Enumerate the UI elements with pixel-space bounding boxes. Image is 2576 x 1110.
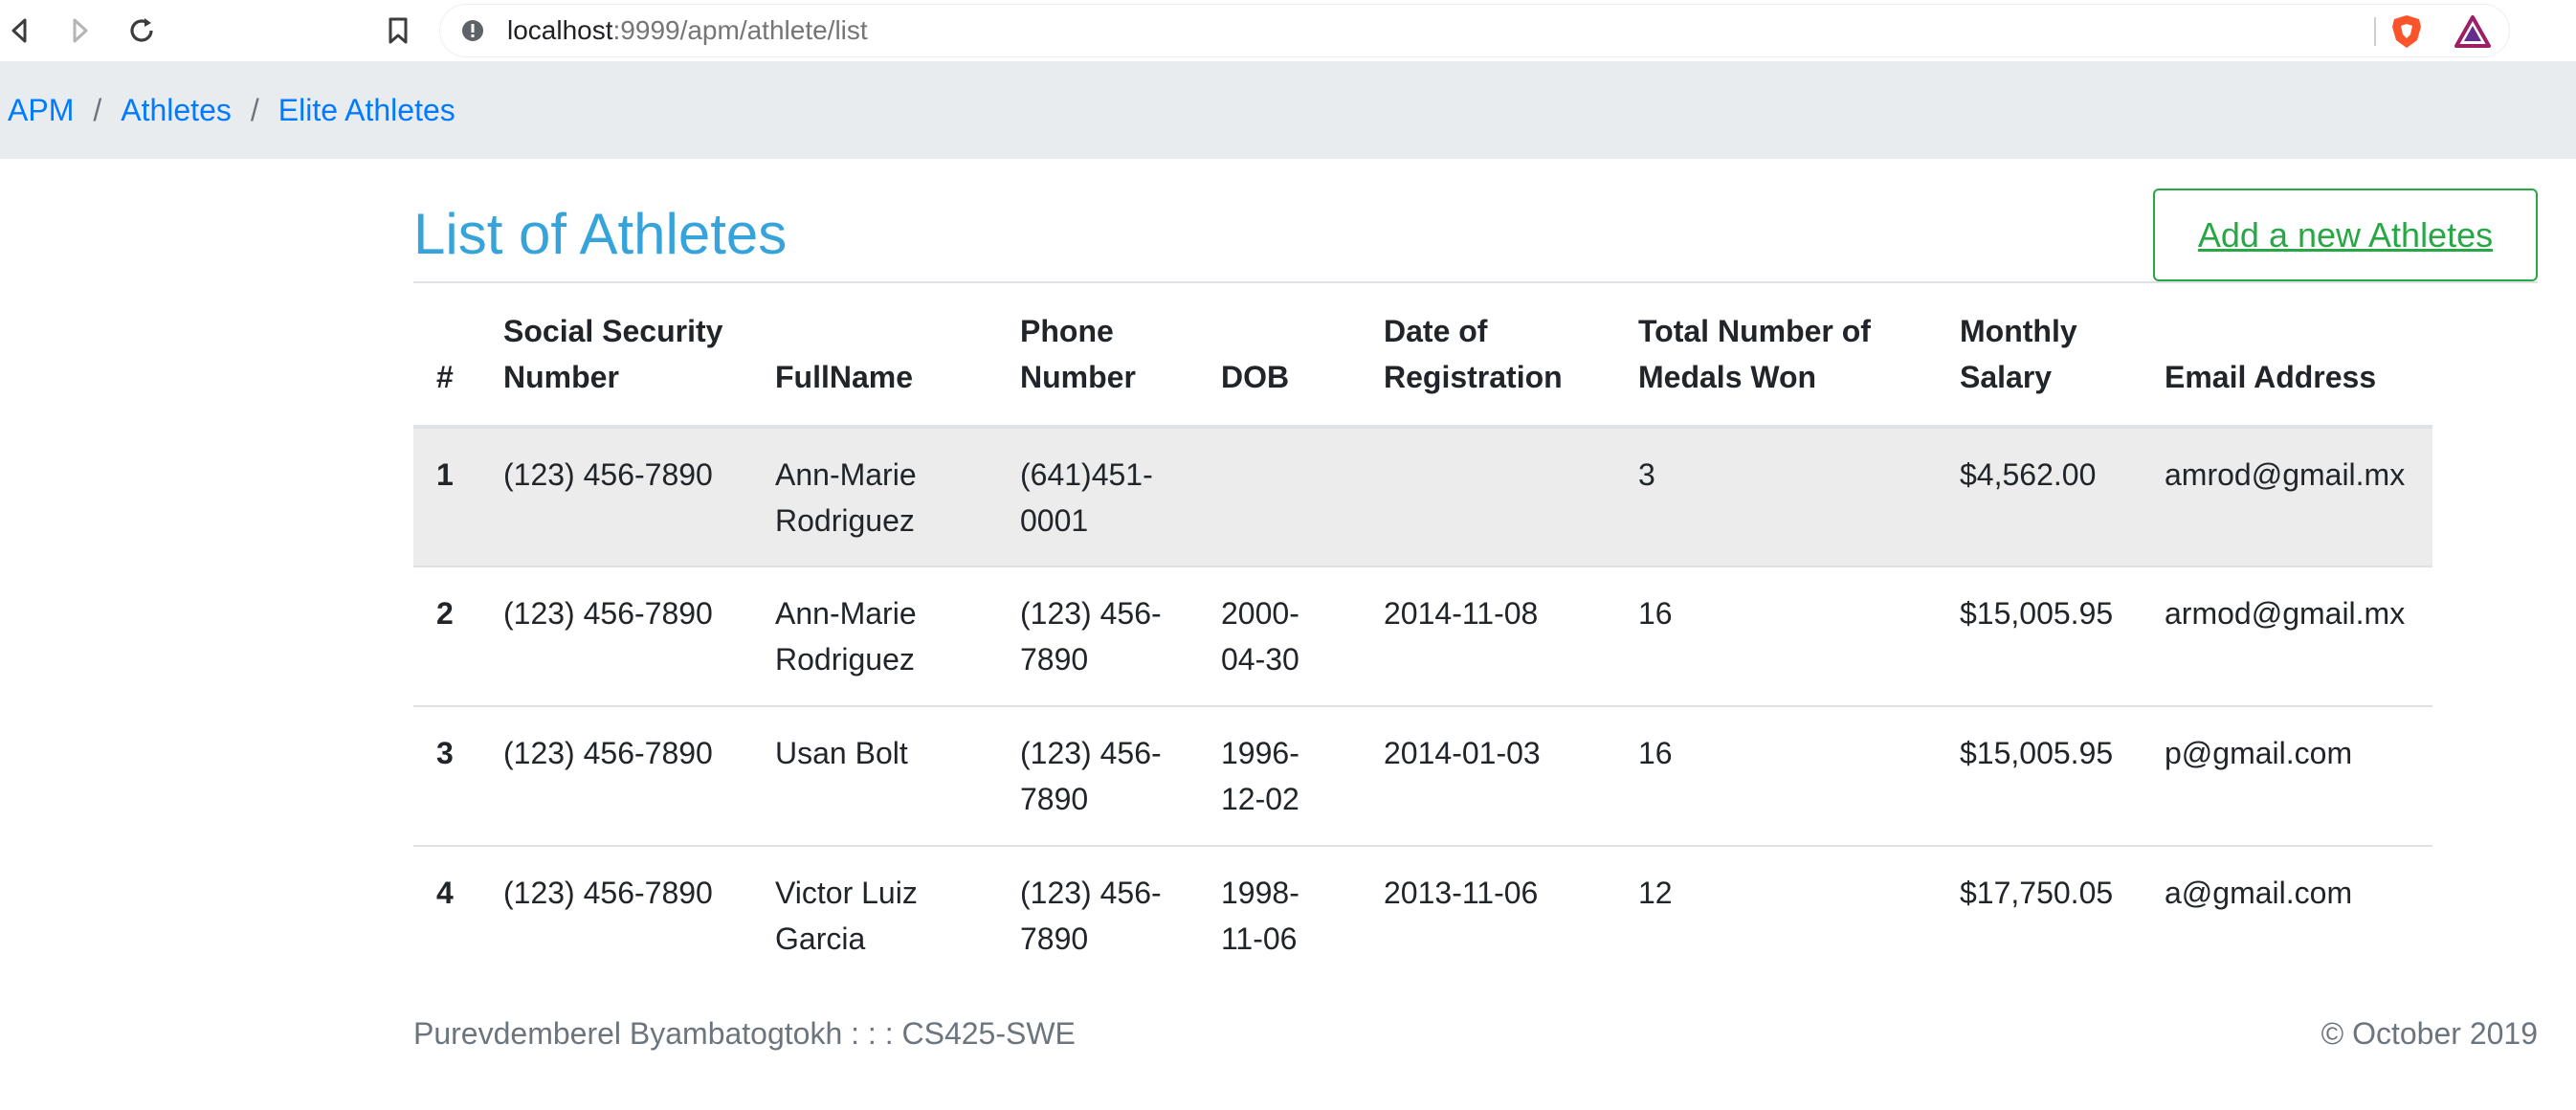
url-text: localhost:9999/apm/athlete/list: [507, 15, 868, 45]
header-num: #: [413, 283, 503, 429]
address-bar[interactable]: localhost:9999/apm/athlete/list: [440, 5, 2509, 56]
header-fullname: FullName: [775, 283, 1020, 429]
cell-phone: (123) 456- 7890: [1020, 566, 1221, 707]
breadcrumb-elite-athletes[interactable]: Elite Athletes: [278, 93, 455, 128]
table-row[interactable]: 2 (123) 456-7890 Ann-Marie Rodriguez (123…: [413, 566, 2432, 707]
browser-toolbar: localhost:9999/apm/athlete/list: [0, 0, 2576, 61]
header-phone: Phone Number: [1020, 283, 1221, 429]
cell-medals: 16: [1638, 566, 1960, 707]
cell-email: p@gmail.com: [2165, 706, 2432, 847]
cell-num: 1: [413, 427, 503, 567]
cell-fullname: Ann-Marie Rodriguez: [775, 427, 1020, 567]
forward-icon[interactable]: [61, 11, 100, 50]
cell-num: 2: [413, 566, 503, 707]
cell-email: a@gmail.com: [2165, 876, 2353, 910]
cell-dob: [1221, 427, 1384, 567]
table-header-row: # Social Security Number FullName Phone Nu…: [413, 283, 2432, 429]
header-registration: Date of Registration: [1384, 283, 1638, 429]
cell-phone: (641)451- 0001: [1020, 427, 1221, 567]
cell-fullname: Ann-Marie Rodriguez: [775, 566, 1020, 707]
reload-icon[interactable]: [122, 11, 161, 50]
cell-registration: 2013-11-06: [1384, 876, 1539, 910]
header-salary: Monthly Salary: [1960, 283, 2165, 429]
cell-medals: 3: [1638, 427, 1960, 567]
breadcrumb-apm[interactable]: APM: [8, 93, 74, 128]
cell-salary: $17,750.05: [1960, 876, 2114, 910]
cell-dob: 1998- 11-06: [1221, 876, 1299, 956]
cell-salary: $15,005.95: [1960, 706, 2165, 847]
cell-num: 3: [413, 706, 503, 847]
breadcrumb-athletes[interactable]: Athletes: [121, 93, 232, 128]
header-medals: Total Number of Medals Won: [1638, 283, 1960, 429]
breadcrumb: APM / Athletes / Elite Athletes: [8, 61, 455, 159]
cell-medals: 12: [1638, 876, 1673, 910]
cell-email: amrod@gmail.mx: [2165, 427, 2432, 567]
athletes-table: # Social Security Number FullName Phone Nu…: [413, 283, 2432, 986]
bookmark-icon[interactable]: [379, 11, 417, 50]
breadcrumb-separator: /: [93, 92, 102, 127]
cell-fullname: Victor Luiz Garcia: [775, 876, 918, 956]
add-athlete-button[interactable]: Add a new Athletes: [2153, 189, 2538, 281]
cell-registration: [1384, 427, 1638, 567]
cell-salary: $15,005.95: [1960, 566, 2165, 707]
footer-copyright: © October 2019: [2321, 1016, 2538, 1051]
cell-ssn: (123) 456-7890: [503, 876, 713, 910]
cell-ssn: (123) 456-7890: [503, 427, 775, 567]
table-row[interactable]: 3 (123) 456-7890 Usan Bolt (123) 456- 789…: [413, 706, 2432, 847]
cell-dob: 1996- 12-02: [1221, 706, 1384, 847]
address-separator: [2374, 17, 2376, 46]
cell-dob: 2000- 04-30: [1221, 566, 1384, 707]
cell-registration: 2014-01-03: [1384, 706, 1638, 847]
breadcrumb-separator: /: [250, 92, 259, 127]
cell-ssn: (123) 456-7890: [503, 706, 775, 847]
cell-phone: (123) 456- 7890: [1020, 706, 1221, 847]
cell-ssn: (123) 456-7890: [503, 566, 775, 707]
cell-num: 4: [436, 876, 454, 910]
bat-rewards-icon[interactable]: [2454, 14, 2492, 49]
table-row[interactable]: 4 (123) 456-7890 Victor Luiz Garcia (123)…: [413, 846, 2432, 986]
cell-registration: 2014-11-08: [1384, 566, 1638, 707]
info-icon[interactable]: [461, 19, 484, 42]
cell-salary: $4,562.00: [1960, 427, 2165, 567]
cell-email: armod@gmail.mx: [2165, 566, 2432, 707]
footer-author: Purevdemberel Byambatogtokh : : : CS425-…: [413, 1016, 1076, 1051]
breadcrumb-bar: APM / Athletes / Elite Athletes: [0, 61, 2576, 159]
brave-shield-icon[interactable]: [2389, 13, 2424, 50]
table-row[interactable]: 1 (123) 456-7890 Ann-Marie Rodriguez (641…: [413, 427, 2432, 567]
header-dob: DOB: [1221, 283, 1384, 429]
back-icon[interactable]: [0, 11, 38, 50]
page-title: List of Athletes: [413, 202, 788, 266]
cell-medals: 16: [1638, 706, 1960, 847]
header-ssn: Social Security Number: [503, 283, 775, 429]
header-email: Email Address: [2165, 283, 2432, 429]
cell-phone: (123) 456- 7890: [1020, 876, 1162, 956]
cell-fullname: Usan Bolt: [775, 706, 1020, 847]
